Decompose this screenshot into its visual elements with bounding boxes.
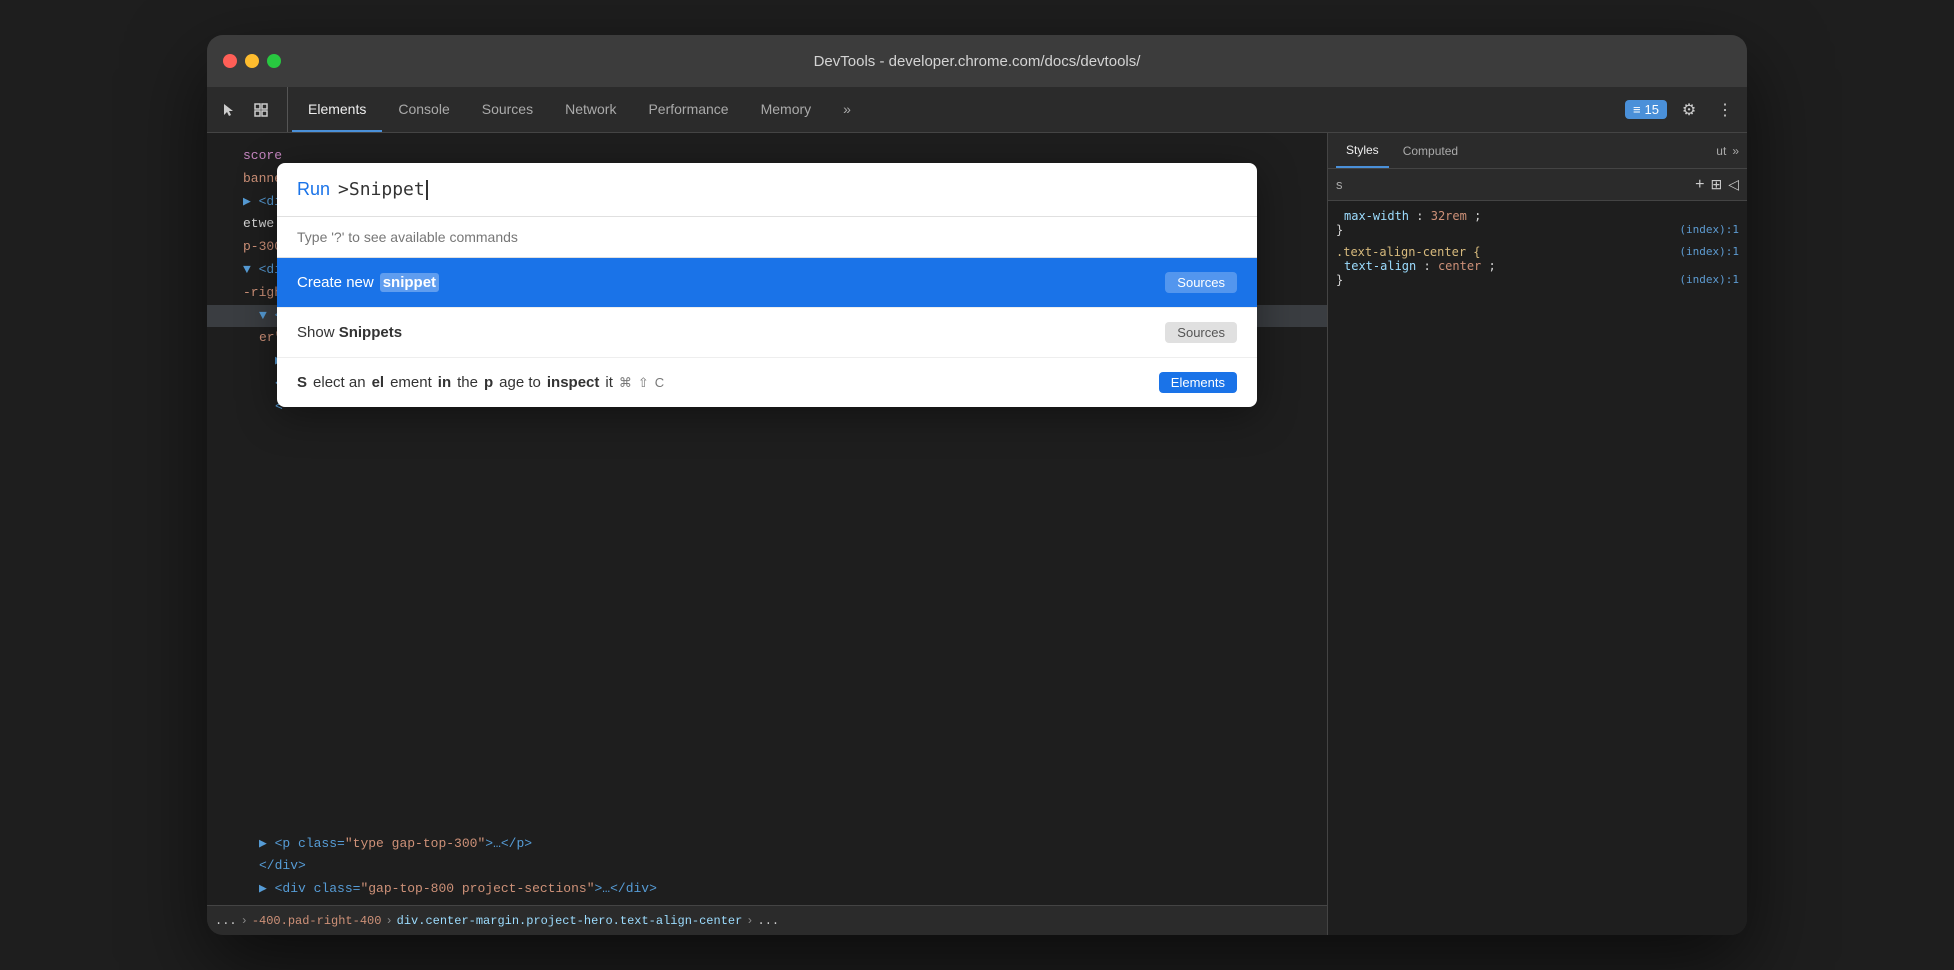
breadcrumb-item[interactable]: div.center-margin.project-hero.text-alig… <box>397 914 743 928</box>
more-options-icon[interactable]: ⋮ <box>1711 96 1739 124</box>
command-category-elements: Elements <box>1159 372 1237 393</box>
toggle-icon[interactable]: ◁ <box>1728 176 1739 193</box>
command-item-show-snippets[interactable]: Show Snippets Sources <box>277 308 1257 358</box>
maximize-button[interactable] <box>267 54 281 68</box>
styles-panel: Styles Computed ut » s + ⊞ ◁ <box>1327 133 1747 935</box>
more-tabs-icon[interactable]: » <box>1732 144 1739 158</box>
tab-bar: Elements Console Sources Network Perform… <box>207 87 1747 133</box>
tab-console[interactable]: Console <box>382 87 465 132</box>
command-input-row: Run >Snippet <box>277 163 1257 217</box>
settings-icon[interactable]: ⚙ <box>1675 96 1703 124</box>
styles-panel-tabs: Styles Computed ut » <box>1328 133 1747 169</box>
output-label: ut <box>1716 144 1726 158</box>
bottom-elements: ▶ <p class="type gap-top-300">…</p> </di… <box>207 829 1327 905</box>
styles-toolbar-right: ut » <box>1716 144 1739 158</box>
tab-styles[interactable]: Styles <box>1336 133 1389 168</box>
element-line: </div> <box>207 855 1327 878</box>
css-brace-close: } (index):1 <box>1336 223 1739 237</box>
css-rule-header: .text-align-center { (index):1 <box>1336 245 1739 259</box>
tab-computed[interactable]: Computed <box>1393 133 1468 168</box>
devtools-window: DevTools - developer.chrome.com/docs/dev… <box>207 35 1747 935</box>
toolbar-icons <box>215 87 288 132</box>
cursor-icon[interactable] <box>215 96 243 124</box>
command-item-text: Show Snippets <box>297 324 402 341</box>
command-shortcut: ⌘ ⇧ C <box>619 375 664 391</box>
css-brace-close: } (index):1 <box>1336 273 1739 287</box>
command-item-create-snippet[interactable]: Create new snippet Sources <box>277 258 1257 308</box>
command-category-sources-2: Sources <box>1165 322 1237 343</box>
breadcrumb: ... › -400.pad-right-400 › div.center-ma… <box>207 905 1327 935</box>
window-title: DevTools - developer.chrome.com/docs/dev… <box>814 53 1141 70</box>
tab-bar-right: ≡ 15 ⚙ ⋮ <box>1625 87 1739 132</box>
computed-icon[interactable]: ⊞ <box>1710 176 1722 193</box>
css-declaration: text-align : center ; <box>1336 259 1739 273</box>
tab-memory[interactable]: Memory <box>745 87 828 132</box>
element-line: ▶ <p class="type gap-top-300">…</p> <box>207 833 1327 856</box>
tab-sources[interactable]: Sources <box>466 87 549 132</box>
breadcrumb-more: ... <box>758 914 780 928</box>
css-declaration: max-width : 32rem ; <box>1336 209 1739 223</box>
command-input-value: >Snippet <box>338 179 425 200</box>
element-line: ▶ <div class="gap-top-800 project-sectio… <box>207 878 1327 901</box>
traffic-lights <box>223 54 281 68</box>
title-bar: DevTools - developer.chrome.com/docs/dev… <box>207 35 1747 87</box>
css-rule: .text-align-center { (index):1 text-alig… <box>1336 245 1739 287</box>
command-item-select-element[interactable]: Select an element in the page to inspect… <box>277 358 1257 407</box>
text-cursor <box>426 180 428 200</box>
add-style-icon[interactable]: + <box>1695 176 1704 194</box>
command-item-text: Create new snippet <box>297 273 439 292</box>
minimize-button[interactable] <box>245 54 259 68</box>
filter-hint: s <box>1336 177 1343 192</box>
command-input-text: >Snippet <box>338 179 428 200</box>
tab-more[interactable]: » <box>827 87 867 132</box>
inspect-icon[interactable] <box>247 96 275 124</box>
drawer-badge[interactable]: ≡ 15 <box>1625 100 1667 119</box>
tab-performance[interactable]: Performance <box>632 87 744 132</box>
tab-elements[interactable]: Elements <box>292 87 382 132</box>
command-palette[interactable]: Run >Snippet Type '?' to see available c… <box>277 163 1257 407</box>
styles-panel-toolbar: s + ⊞ ◁ <box>1328 169 1747 201</box>
tab-network[interactable]: Network <box>549 87 632 132</box>
css-rule: max-width : 32rem ; } (index):1 <box>1336 209 1739 237</box>
command-item-text: Select an element in the page to inspect… <box>297 374 664 391</box>
css-rules: max-width : 32rem ; } (index):1 .text-al… <box>1328 201 1747 935</box>
run-label: Run <box>297 179 330 200</box>
main-content: score banner ▶ <div etwe p-300 ▼ <div <box>207 133 1747 935</box>
command-category-sources-1: Sources <box>1165 272 1237 293</box>
close-button[interactable] <box>223 54 237 68</box>
command-hint: Type '?' to see available commands <box>277 217 1257 258</box>
breadcrumb-dots: ... <box>215 914 237 928</box>
breadcrumb-item[interactable]: -400.pad-right-400 <box>252 914 382 928</box>
